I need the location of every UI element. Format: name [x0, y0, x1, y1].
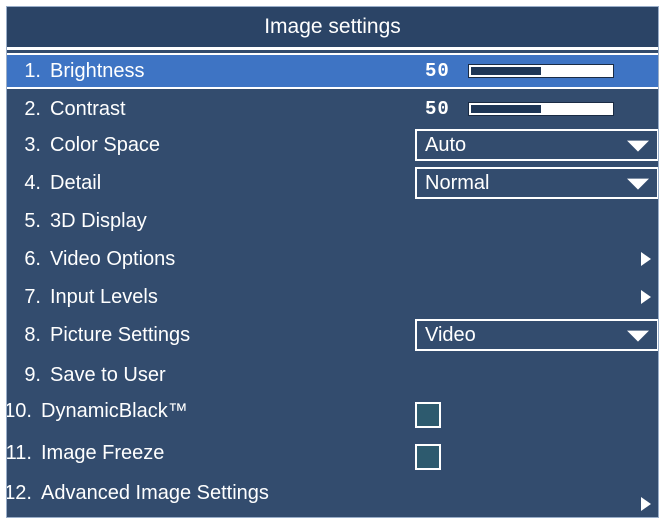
slider-fill: [471, 105, 541, 113]
title-divider: [7, 47, 658, 50]
dynamicblack-checkbox[interactable]: [415, 401, 441, 428]
item-number: 4.: [24, 171, 41, 194]
submenu-arrow-icon: [641, 290, 651, 304]
item-number: 11.: [6, 441, 32, 464]
item-label: DynamicBlack™: [41, 399, 188, 422]
item-number: 6.: [24, 247, 41, 270]
contrast-slider[interactable]: [468, 102, 614, 116]
menu-item-detail[interactable]: 4. Detail Normal: [7, 165, 658, 201]
item-label: 3D Display: [50, 209, 147, 232]
item-number: 10.: [6, 399, 32, 422]
submenu-arrow-icon: [641, 252, 651, 266]
item-number: 2.: [24, 97, 41, 120]
menu-item-dynamicblack[interactable]: 10. DynamicBlack™: [7, 393, 658, 429]
item-number: 3.: [24, 133, 41, 156]
menu-item-3d-display[interactable]: 5. 3D Display: [7, 203, 658, 239]
item-label: Input Levels: [50, 285, 158, 308]
item-number: 1.: [24, 59, 41, 82]
chevron-down-icon: [627, 140, 649, 152]
item-number: 12.: [6, 481, 32, 504]
item-label: Detail: [50, 171, 102, 194]
menu-item-save-to-user[interactable]: 9. Save to User: [7, 357, 658, 393]
dropdown-value: Auto: [425, 133, 467, 156]
dropdown-value: Video: [425, 323, 476, 346]
item-label: Color Space: [50, 133, 161, 156]
item-label: Save to User: [50, 363, 166, 386]
menu-title: Image settings: [7, 7, 658, 47]
menu-item-advanced-image-settings[interactable]: 12. Advanced Image Settings: [7, 475, 658, 511]
item-label: Video Options: [50, 247, 176, 270]
menu-item-contrast[interactable]: 2. Contrast 50: [7, 91, 658, 127]
image-freeze-checkbox[interactable]: [415, 443, 441, 470]
picture-settings-dropdown[interactable]: Video: [415, 319, 658, 351]
item-label: Picture Settings: [50, 323, 191, 346]
brightness-slider[interactable]: [468, 64, 614, 78]
detail-dropdown[interactable]: Normal: [415, 167, 658, 199]
image-settings-menu: Image settings 1. Brightness 50 2. Contr…: [6, 6, 659, 518]
item-label: Advanced Image Settings: [41, 481, 269, 504]
contrast-value: 50: [425, 98, 450, 120]
item-label: Contrast: [50, 97, 126, 120]
menu-item-image-freeze[interactable]: 11. Image Freeze: [7, 435, 658, 471]
item-label: Brightness: [50, 59, 145, 82]
dropdown-value: Normal: [425, 171, 490, 194]
menu-item-brightness[interactable]: 1. Brightness 50: [7, 53, 658, 89]
color-space-dropdown[interactable]: Auto: [415, 129, 658, 161]
slider-fill: [471, 67, 541, 75]
menu-item-input-levels[interactable]: 7. Input Levels: [7, 279, 658, 315]
menu-item-video-options[interactable]: 6. Video Options: [7, 241, 658, 277]
chevron-down-icon: [627, 330, 649, 342]
item-number: 5.: [24, 209, 41, 232]
brightness-value: 50: [425, 60, 450, 82]
menu-item-color-space[interactable]: 3. Color Space Auto: [7, 127, 658, 163]
menu-item-picture-settings[interactable]: 8. Picture Settings Video: [7, 317, 658, 353]
item-number: 9.: [24, 363, 41, 386]
chevron-down-icon: [627, 178, 649, 190]
item-number: 8.: [24, 323, 41, 346]
submenu-arrow-icon: [641, 496, 651, 511]
item-label: Image Freeze: [41, 441, 165, 464]
item-number: 7.: [24, 285, 41, 308]
